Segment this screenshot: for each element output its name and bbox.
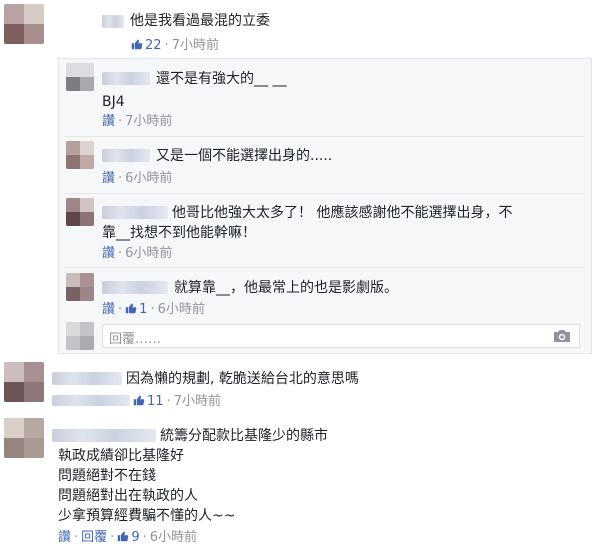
like-link[interactable]: 讚	[102, 302, 115, 317]
commenter-name[interactable]	[52, 372, 122, 385]
comment-meta: 22 · 7小時前	[131, 38, 219, 54]
timestamp[interactable]: 6小時前	[150, 530, 197, 545]
like-count[interactable]: 11	[147, 394, 164, 409]
commenter-name[interactable]	[102, 281, 168, 294]
reply-text: 又是一個不能選擇出身的.....	[156, 148, 333, 164]
reply-input-placeholder: 回覆……	[109, 332, 162, 347]
like-link[interactable]: 讚	[58, 530, 71, 545]
comment-text-line5: 少拿預算經費騙不懂的人~~	[58, 508, 236, 524]
comment-text-line2: 執政成績卻比基隆好	[58, 448, 184, 464]
commenter-name[interactable]	[52, 429, 156, 442]
camera-icon[interactable]	[553, 329, 571, 343]
my-avatar	[66, 322, 94, 350]
thumbs-up-icon[interactable]	[125, 302, 137, 314]
avatar[interactable]	[4, 362, 44, 402]
reply-meta: 讚 · 7小時前	[102, 114, 173, 129]
timestamp[interactable]: 6小時前	[125, 246, 172, 261]
divider	[64, 136, 584, 137]
commenter-name[interactable]	[102, 206, 168, 219]
like-link[interactable]: 讚	[102, 171, 115, 186]
commenter-name[interactable]	[102, 149, 150, 162]
reply-meta: 讚 · 6小時前	[102, 171, 173, 186]
avatar[interactable]	[66, 141, 94, 169]
reply-text: 就算靠__，他最常上的也是影劇版。	[174, 280, 398, 296]
commenter-name[interactable]	[102, 72, 150, 85]
like-count[interactable]: 9	[131, 530, 139, 545]
avatar[interactable]	[66, 198, 94, 226]
reply-link[interactable]: 回覆	[81, 530, 107, 545]
commenter-name[interactable]	[102, 15, 124, 28]
reply-meta: 讚 · 1 · 6小時前	[102, 302, 205, 317]
divider	[64, 267, 584, 268]
timestamp[interactable]: 7小時前	[125, 114, 172, 129]
avatar[interactable]	[4, 418, 44, 458]
timestamp[interactable]: 6小時前	[125, 171, 172, 186]
comment-text: 因為懶的規劃, 乾脆送給台北的意思嗎	[126, 371, 359, 387]
reply-text: 還不是有強大的__ __	[156, 71, 287, 87]
avatar[interactable]	[4, 4, 44, 44]
like-count[interactable]: 1	[139, 302, 147, 317]
thumbs-up-icon[interactable]	[131, 38, 143, 50]
avatar[interactable]	[66, 273, 94, 301]
like-link[interactable]: 讚	[102, 246, 115, 261]
comment-meta: 11 · 7小時前	[52, 394, 221, 410]
thumbs-up-icon[interactable]	[133, 394, 145, 406]
comment-text-line4: 問題絕對出在執政的人	[58, 488, 198, 504]
like-link[interactable]: 讚	[102, 114, 115, 129]
timestamp[interactable]: 6小時前	[158, 302, 205, 317]
reply-meta: 讚 · 6小時前	[102, 246, 173, 261]
comment-text: 他是我看過最混的立委	[130, 13, 270, 29]
reply-text-line2: BJ4	[102, 94, 125, 110]
reply-text-line2: 靠__找想不到他能幹嘛！	[102, 225, 256, 241]
reply-text: 他哥比他強大太多了！ 他應該感謝他不能選擇出身，不	[172, 205, 513, 221]
comment-meta: 讚 · 回覆 · 9 · 6小時前	[58, 530, 198, 545]
thumbs-up-icon[interactable]	[117, 530, 129, 542]
avatar[interactable]	[66, 63, 94, 91]
timestamp[interactable]: 7小時前	[172, 38, 219, 53]
reply-input[interactable]: 回覆……	[102, 324, 580, 348]
divider	[64, 193, 584, 194]
timestamp[interactable]: 7小時前	[174, 394, 221, 409]
like-count[interactable]: 22	[145, 38, 162, 53]
comment-text: 統籌分配款比基隆少的縣市	[160, 428, 328, 444]
comment-text-line3: 問題絕對不在錢	[58, 468, 156, 484]
